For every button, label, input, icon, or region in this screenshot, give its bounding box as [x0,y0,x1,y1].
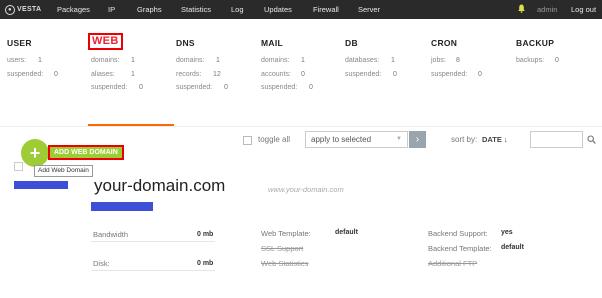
bandwidth-value: 0 mb [197,231,214,238]
stat-dns-title[interactable]: DNS [176,38,195,48]
stat-web-label: aliases: [91,71,115,78]
stat-user-value: 1 [38,57,42,64]
nav-graphs[interactable]: Graphs [137,5,162,14]
chevron-down-icon: ▼ [396,136,402,142]
stat-backup-value: 0 [555,57,559,64]
stat-db-title[interactable]: DB [345,38,358,48]
stat-user-label: suspended: [7,71,44,78]
stat-backup-title[interactable]: BACKUP [516,38,554,48]
search-icon [587,135,596,144]
backend-template-value: default [501,244,524,251]
web-template-label: Web Template: [261,229,311,238]
stat-dns-label: records: [176,71,202,78]
nav-updates[interactable]: Updates [264,5,292,14]
domain-alias: www.your-domain.com [268,185,344,194]
sort-label: sort by: [451,135,478,144]
add-icon[interactable]: + [21,139,49,167]
row-checkbox[interactable] [14,162,23,171]
nav-server[interactable]: Server [358,5,380,14]
stat-web-label: domains: [91,57,120,64]
stat-mail-label: domains: [261,57,290,64]
nav-statistics[interactable]: Statistics [181,5,211,14]
logout-link[interactable]: Log out [571,5,596,14]
logo-icon: ● [5,4,15,15]
stat-mail-label: suspended: [261,84,298,91]
logo-text: VESTA [17,6,42,13]
stat-web-label: suspended: [91,84,128,91]
chevron-right-icon: › [415,134,420,145]
stat-user-value: 0 [54,71,58,78]
stat-web-value: 1 [131,71,135,78]
web-template-value: default [335,229,358,236]
stat-web-value: 1 [131,57,135,64]
stat-cron-value: 8 [456,57,460,64]
stat-user-label: users: [7,57,27,64]
stats-panel: USER users: 1 suspended: 0 WEB domains: … [0,19,602,126]
web-statistics-label: Web Statistics [261,259,309,268]
stat-user-title[interactable]: USER [7,38,32,48]
nav-firewall[interactable]: Firewall [313,5,339,14]
stat-db-label: suspended: [345,71,382,78]
domain-name[interactable]: your-domain.com [94,176,225,196]
stat-cron-title[interactable]: CRON [431,38,457,48]
nav-log[interactable]: Log [231,5,244,14]
redacted-block [91,202,153,211]
stat-dns-value: 0 [224,84,228,91]
additional-ftp-label: Additional FTP [428,259,478,268]
user-name[interactable]: admin [537,5,557,14]
stat-db-value: 1 [391,57,395,64]
search-button[interactable] [583,131,600,148]
stat-dns-label: domains: [176,57,205,64]
backend-support-label: Backend Support: [428,229,488,238]
stat-web-title[interactable]: WEB [88,33,123,50]
backend-template-label: Backend Template: [428,244,492,253]
nav-packages[interactable]: Packages [57,5,90,14]
add-tooltip: Add Web Domain [34,165,93,177]
sort-dropdown[interactable]: DATE ↓ [482,135,508,144]
bulk-action-value: apply to selected [311,135,372,144]
disk-value: 0 mb [197,260,214,267]
stat-mail-value: 1 [301,57,305,64]
vesta-logo[interactable]: ● VESTA [5,3,41,16]
stat-db-value: 0 [393,71,397,78]
divider [0,126,602,127]
stat-db-label: databases: [345,57,380,64]
bell-icon[interactable] [518,4,525,13]
apply-button[interactable]: › [409,131,426,148]
ssl-support-label: SSL Support [261,244,304,253]
stat-mail-value: 0 [309,84,313,91]
backend-support-value: yes [501,229,513,236]
stat-backup-label: backups: [516,57,545,64]
divider [91,270,215,271]
stat-dns-label: suspended: [176,84,213,91]
stat-web-value: 0 [139,84,143,91]
stat-cron-label: jobs: [431,57,446,64]
search-input[interactable] [530,131,583,148]
redacted-block [14,181,68,189]
stat-mail-value: 0 [301,71,305,78]
divider [91,241,215,242]
stat-dns-value: 12 [213,71,221,78]
stat-cron-label: suspended: [431,71,468,78]
toggle-all-checkbox[interactable] [243,136,252,145]
stat-mail-title[interactable]: MAIL [261,38,283,48]
add-web-domain-button[interactable]: ADD WEB DOMAIN [48,145,124,160]
nav-ip[interactable]: IP [108,5,115,14]
top-nav: ● VESTA Packages IP Graphs Statistics Lo… [0,0,602,19]
disk-label: Disk: [93,259,110,268]
bandwidth-label: Bandwidth [93,230,129,239]
stat-dns-value: 1 [216,57,220,64]
stat-cron-value: 0 [478,71,482,78]
toggle-all-label[interactable]: toggle all [258,135,290,144]
stat-mail-label: accounts: [261,71,291,78]
